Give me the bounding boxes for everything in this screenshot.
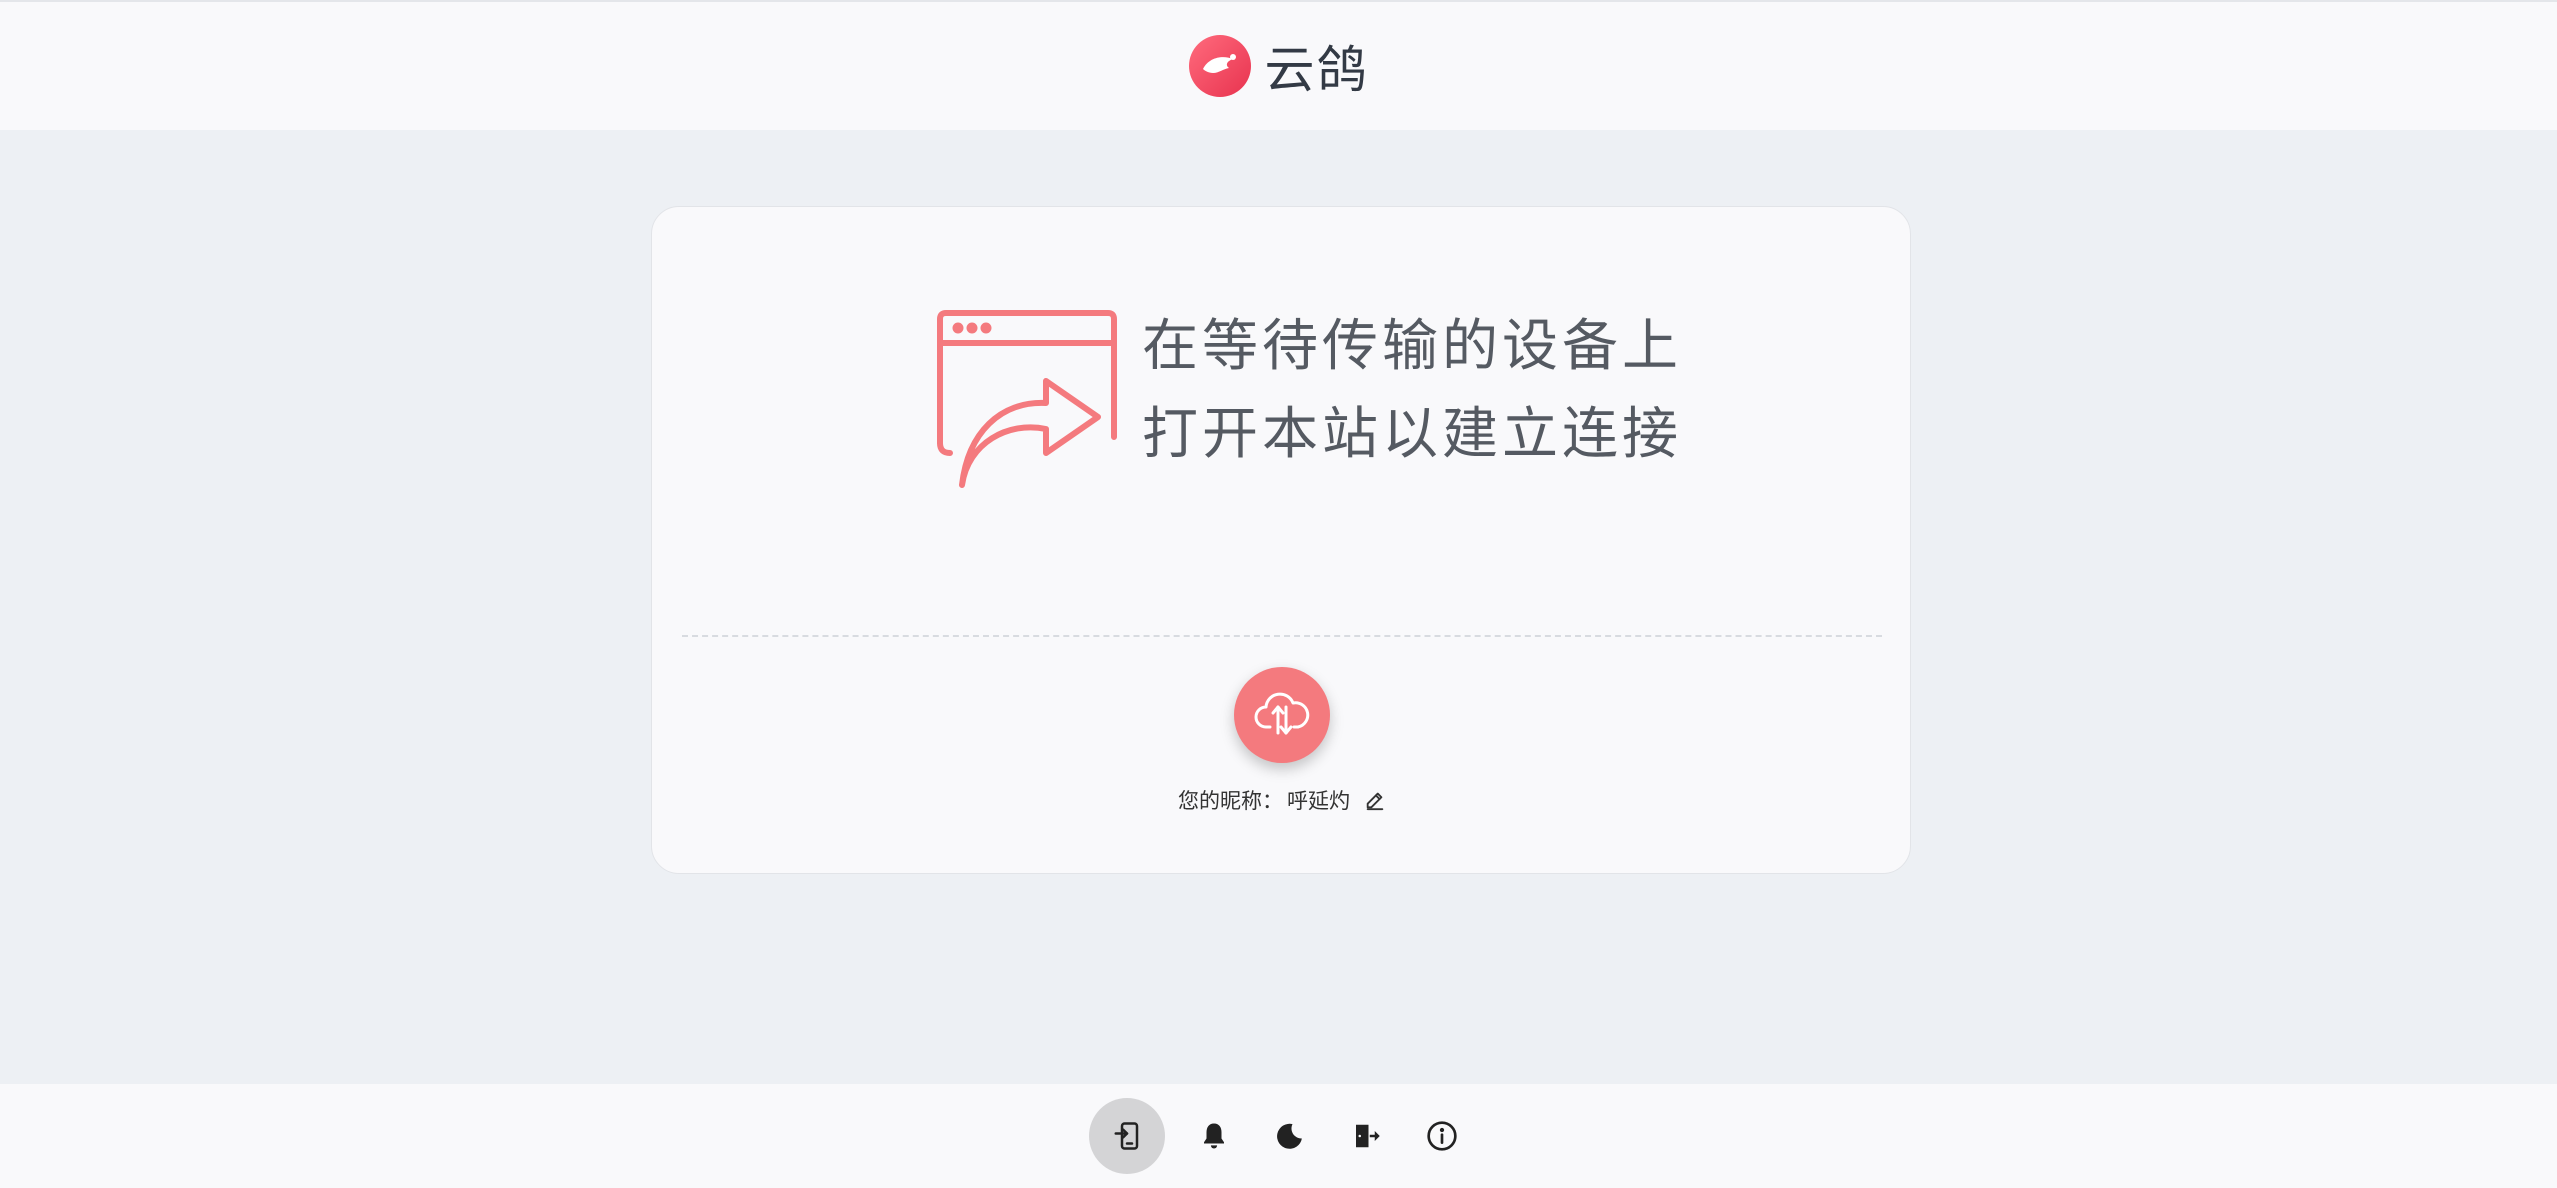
notifications-button[interactable]	[1187, 1109, 1241, 1163]
divider	[682, 635, 1882, 637]
hint-line-1: 在等待传输的设备上	[1142, 314, 1682, 379]
edit-nickname-button[interactable]	[1364, 789, 1386, 811]
connect-card: 在等待传输的设备上 打开本站以建立连接 您的昵称： 呼延灼	[651, 206, 1911, 874]
about-button[interactable]	[1415, 1109, 1469, 1163]
leave-button[interactable]	[1339, 1109, 1393, 1163]
nickname-value: 呼延灼	[1287, 789, 1350, 813]
info-icon	[1426, 1121, 1457, 1151]
hint-line-2: 打开本站以建立连接	[1142, 402, 1682, 467]
hint-text: 在等待传输的设备上 打开本站以建立连接	[1142, 303, 1682, 479]
cloud-transfer-icon	[1254, 692, 1310, 735]
dark-mode-button[interactable]	[1263, 1109, 1317, 1163]
nickname-row: 您的昵称： 呼延灼	[652, 785, 1912, 815]
device-connect-icon	[1114, 1122, 1138, 1150]
transfer-button[interactable]	[1234, 667, 1330, 763]
pencil-icon	[1366, 792, 1384, 811]
bell-icon	[1203, 1123, 1224, 1149]
connect-hint: 在等待传输的设备上 打开本站以建立连接	[928, 303, 1678, 503]
dove-logo-icon	[1188, 35, 1251, 97]
exit-icon	[1355, 1124, 1380, 1148]
device-connect-button[interactable]	[1088, 1098, 1165, 1174]
nickname-label: 您的昵称：	[1178, 789, 1283, 813]
moon-icon	[1276, 1123, 1302, 1149]
brand[interactable]: 云鸽	[1188, 30, 1369, 102]
browser-share-icon	[937, 310, 1117, 488]
app-title: 云鸽	[1264, 41, 1369, 99]
app-header: 云鸽	[0, 0, 2557, 130]
bottom-toolbar	[0, 1084, 2557, 1188]
